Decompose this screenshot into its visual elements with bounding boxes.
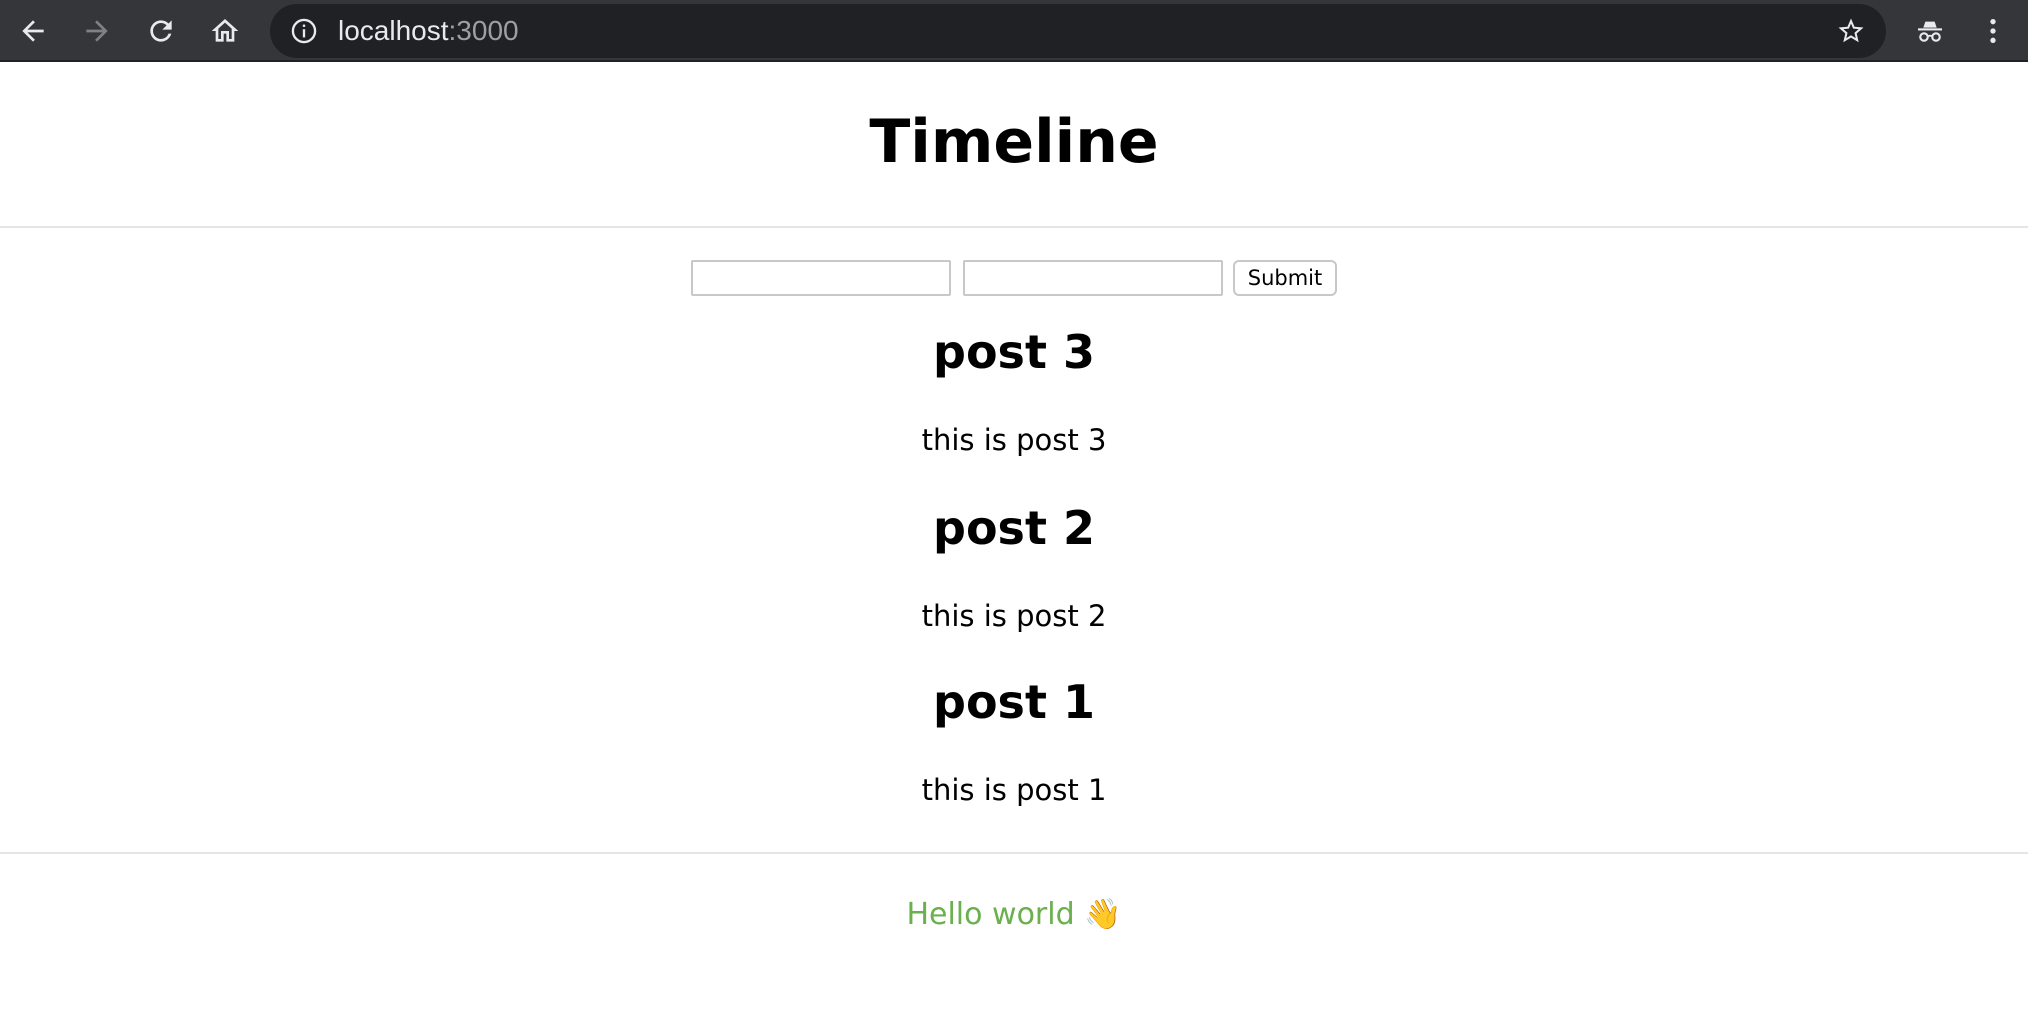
footer-text: Hello world 👋 [906,897,1122,932]
star-icon[interactable] [1836,16,1866,46]
url-port: :3000 [448,15,519,46]
post-body-input[interactable] [963,260,1223,296]
post-body: this is post 1 [921,773,1107,807]
post-form: Submit [0,260,2028,298]
incognito-icon[interactable] [1907,8,1953,54]
page-title: Timeline [869,107,1159,177]
back-arrow-icon[interactable] [10,8,56,54]
kebab-menu-icon[interactable] [1970,8,2016,54]
address-bar[interactable]: localhost:3000 [270,4,1886,58]
info-icon[interactable] [290,17,318,45]
url-text[interactable]: localhost:3000 [338,14,519,48]
submit-button[interactable]: Submit [1233,260,1337,296]
post-title: post 3 [933,325,1095,379]
footer: Hello world 👋 [0,854,2028,1008]
post-title-input[interactable] [691,260,951,296]
page: Timeline Submit post 3 this is post 3 po… [0,62,2028,1010]
home-icon[interactable] [202,8,248,54]
post-body: this is post 2 [921,599,1107,633]
post-title: post 2 [933,501,1095,555]
url-host: localhost [338,15,449,46]
post-title: post 1 [933,675,1095,729]
reload-icon[interactable] [138,8,184,54]
forward-arrow-icon[interactable] [74,8,120,54]
main-content: Submit post 3 this is post 3 post 2 this… [0,228,2028,854]
browser-toolbar: localhost:3000 [0,0,2028,62]
post-body: this is post 3 [921,423,1107,457]
header: Timeline [0,62,2028,228]
